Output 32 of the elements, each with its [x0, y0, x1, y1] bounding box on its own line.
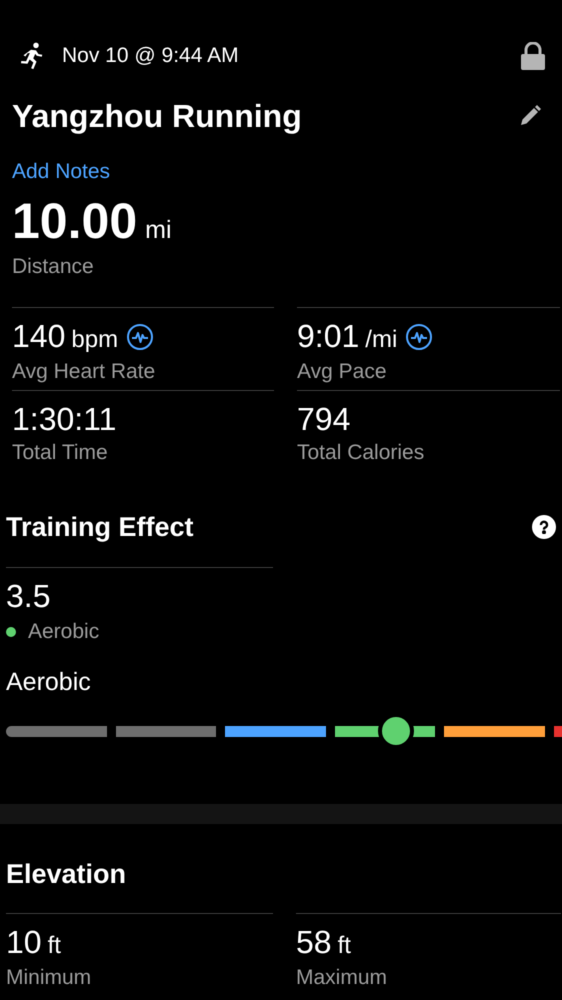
section-heading: Elevation [6, 858, 128, 891]
stat-unit: ft [48, 930, 61, 960]
stat-unit: /mi [365, 324, 398, 354]
stat-label: Minimum [6, 964, 92, 990]
lock-icon[interactable] [520, 42, 546, 70]
gauge-title: Aerobic [6, 666, 92, 698]
heart-rate-graph-icon[interactable] [126, 322, 154, 350]
stat-value: 794 [297, 400, 350, 438]
stat-label: Total Time [12, 440, 109, 466]
stat-unit: ft [338, 930, 351, 960]
help-icon[interactable] [532, 514, 556, 539]
stat-label: Avg Heart Rate [12, 358, 156, 384]
stat-unit: bpm [71, 324, 118, 354]
pencil-icon[interactable] [518, 104, 542, 128]
activity-title: Yangzhou Running [12, 96, 302, 136]
training-effect-value: 3.5 [6, 577, 52, 616]
stat-label: Avg Pace [297, 358, 388, 384]
stat-value: 140 [12, 316, 66, 356]
distance-unit: mi [145, 215, 172, 246]
section-heading: Training Effect [6, 510, 194, 544]
stat-value: 58 [296, 922, 332, 962]
add-notes-link[interactable]: Add Notes [12, 156, 550, 187]
training-effect-category: Aerobic [28, 619, 100, 645]
distance-value: 10.00 [12, 192, 138, 251]
heart-rate-graph-icon[interactable] [405, 322, 434, 350]
stat-value: 10 [6, 922, 42, 962]
activity-datetime: Nov 10 @ 9:44 AM [62, 43, 239, 69]
stat-label: Maximum [296, 964, 388, 990]
stat-value: 9:01 [297, 316, 360, 356]
distance-label: Distance [12, 254, 95, 280]
stat-label: Total Calories [297, 440, 426, 466]
stat-value: 1:30:11 [12, 400, 116, 438]
